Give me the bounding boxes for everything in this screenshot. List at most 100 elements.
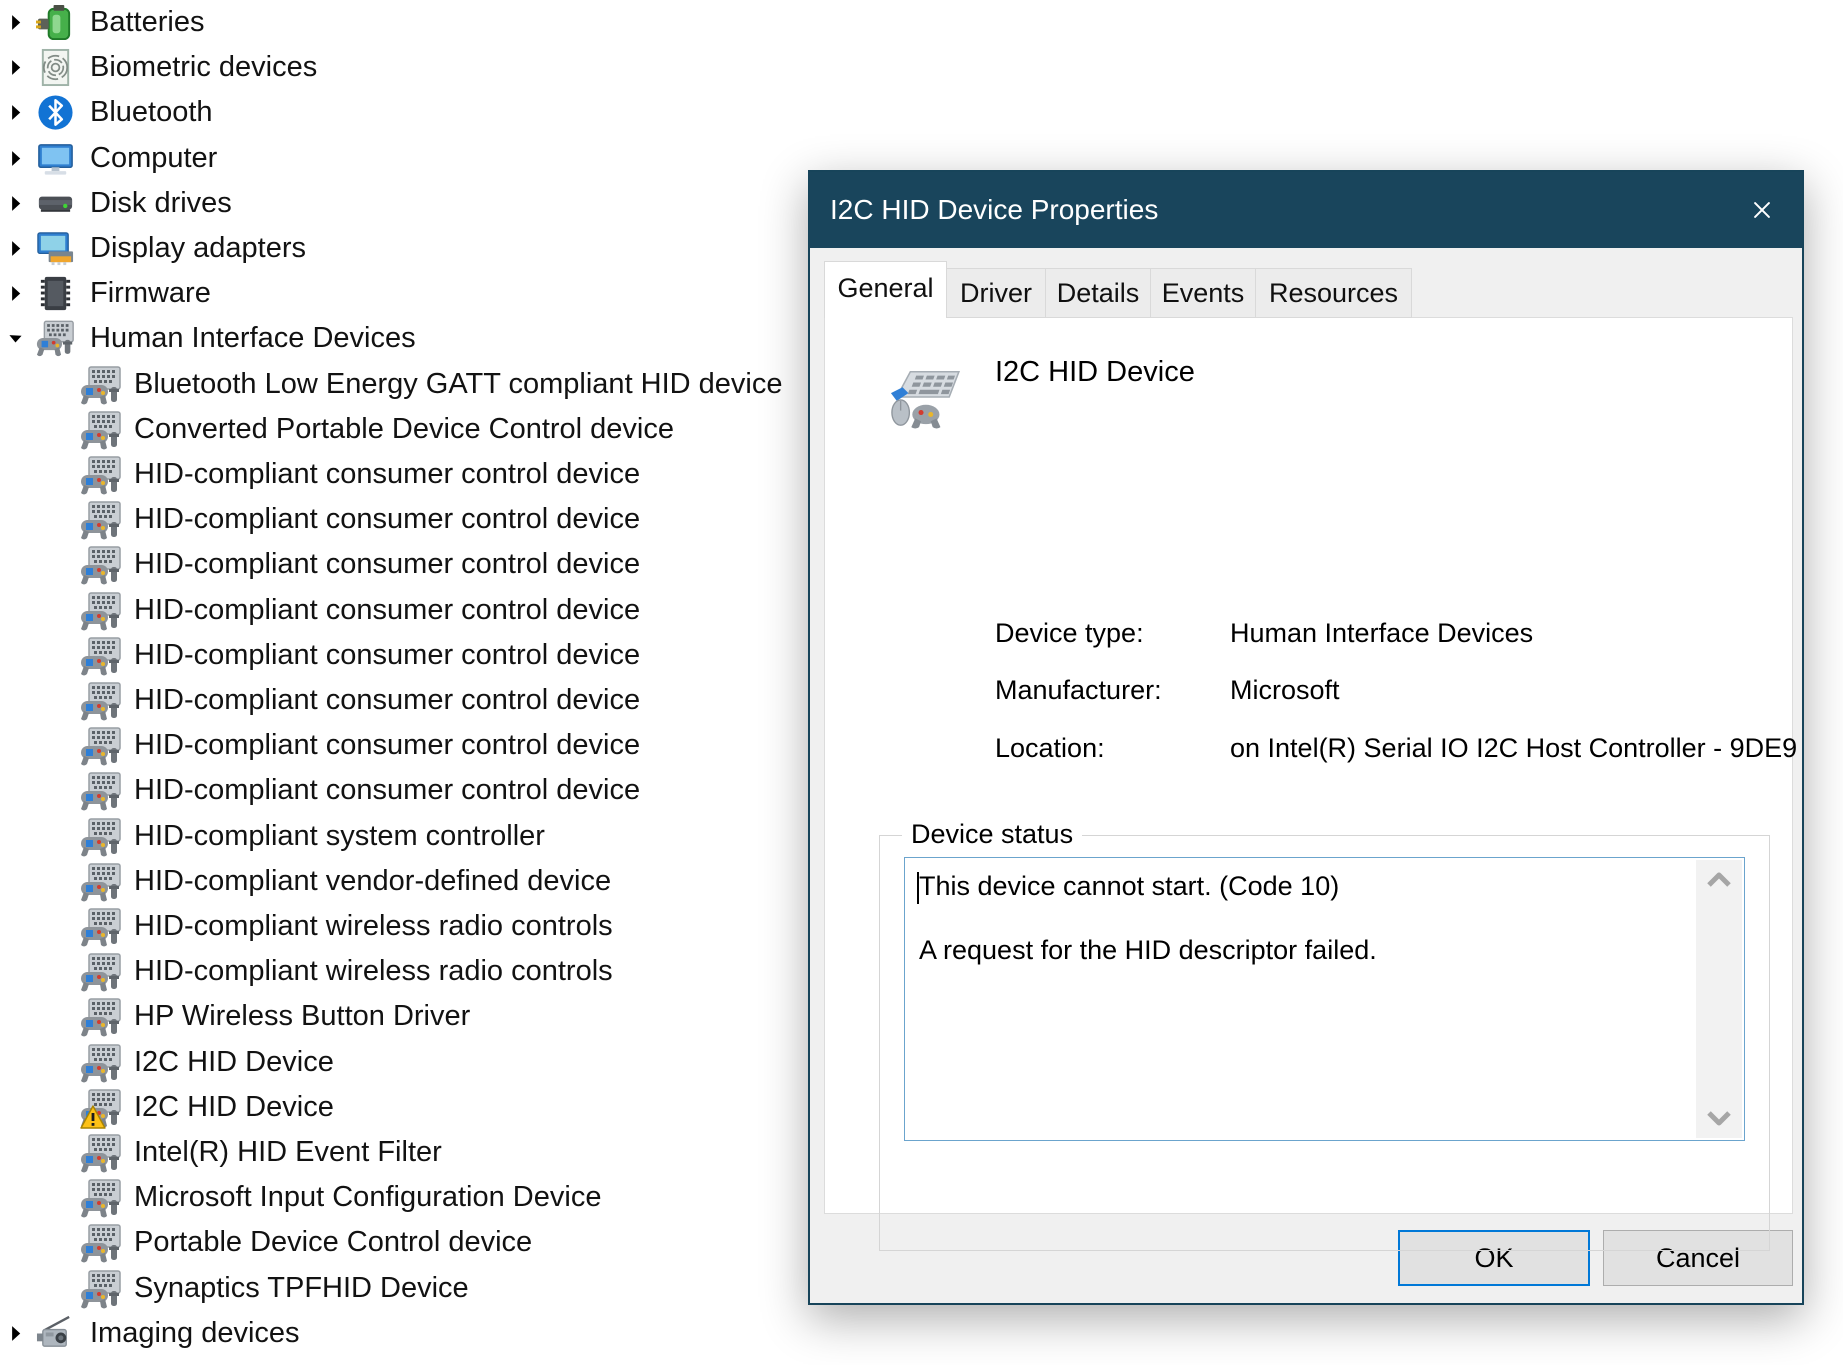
tree-item[interactable]: Biometric devices <box>0 45 810 90</box>
hid-device-icon <box>80 636 122 677</box>
tree-item[interactable]: Disk drives <box>0 181 810 226</box>
tree-item-label: HID-compliant consumer control device <box>134 729 641 762</box>
hid-device-icon <box>80 817 122 858</box>
tree-item[interactable]: Display adapters <box>0 226 810 271</box>
chevron-right-icon[interactable] <box>2 99 29 126</box>
tree-item[interactable]: Firmware <box>0 271 810 316</box>
tree-item[interactable]: Bluetooth Low Energy GATT compliant HID … <box>0 362 810 407</box>
tree-item[interactable]: HID-compliant wireless radio controls <box>0 904 810 949</box>
manufacturer-label: Manufacturer: <box>995 675 1162 705</box>
close-button[interactable] <box>1736 184 1788 236</box>
tree-item[interactable]: Computer <box>0 136 810 181</box>
tab-details[interactable]: Details <box>1046 268 1151 318</box>
tree-item[interactable]: HID-compliant consumer control device <box>0 452 810 497</box>
chevron-right-icon[interactable] <box>2 9 29 36</box>
tree-item[interactable]: Synaptics TPFHID Device <box>0 1266 810 1311</box>
tab-events[interactable]: Events <box>1151 268 1256 318</box>
device-status-textbox[interactable]: This device cannot start. (Code 10) A req… <box>904 857 1745 1141</box>
tree-item-label: I2C HID Device <box>134 1090 334 1123</box>
tree-item-label: Synaptics TPFHID Device <box>134 1271 469 1304</box>
tab-general[interactable]: General <box>824 261 947 318</box>
status-scrollbar[interactable] <box>1696 860 1742 1138</box>
tree-item-label: Human Interface Devices <box>90 322 416 355</box>
tree-item-label: Converted Portable Device Control device <box>134 412 674 445</box>
chevron-right-icon[interactable] <box>2 1320 29 1347</box>
chevron-right-icon[interactable] <box>2 235 29 262</box>
tree-item[interactable]: Imaging devices <box>0 1311 810 1356</box>
tab-driver[interactable]: Driver <box>947 268 1046 318</box>
tree-item[interactable]: HID-compliant consumer control device <box>0 497 810 542</box>
hid-device-icon <box>80 681 122 722</box>
tree-item[interactable]: HID-compliant vendor-defined device <box>0 859 810 904</box>
tree-item-label: HID-compliant consumer control device <box>134 774 641 807</box>
device-status-groupbox: Device status This device cannot start. … <box>879 819 1770 1251</box>
computer-icon <box>36 139 75 178</box>
hid-device-icon <box>80 500 122 541</box>
hid-device-icon <box>80 907 122 948</box>
tree-item[interactable]: I2C HID Device <box>0 1040 810 1085</box>
close-icon <box>1754 202 1770 218</box>
chevron-down-icon[interactable] <box>2 325 29 352</box>
tree-item[interactable]: Human Interface Devices <box>0 316 810 361</box>
tree-item[interactable]: HID-compliant consumer control device <box>0 768 810 813</box>
tree-item[interactable]: Converted Portable Device Control device <box>0 407 810 452</box>
manufacturer-row: Manufacturer: Microsoft <box>995 675 1340 706</box>
tree-item-label: HP Wireless Button Driver <box>134 1000 471 1033</box>
tree-item-label: Microsoft Input Configuration Device <box>134 1181 602 1214</box>
disk-drive-icon <box>36 184 75 223</box>
tree-item-label: Portable Device Control device <box>134 1226 533 1259</box>
tree-item-label: Intel(R) HID Event Filter <box>134 1136 442 1168</box>
chevron-right-icon[interactable] <box>2 145 29 172</box>
battery-icon <box>36 3 75 42</box>
tree-item[interactable]: Batteries <box>0 0 810 45</box>
tree-item-label: Firmware <box>90 277 211 310</box>
status-line: A request for the HID descriptor failed. <box>919 935 1377 965</box>
hid-device-icon <box>80 1043 122 1084</box>
dialog-titlebar[interactable]: I2C HID Device Properties <box>810 172 1802 248</box>
scroll-down-icon[interactable] <box>1704 1104 1734 1130</box>
display-adapter-icon <box>36 229 75 268</box>
tree-item[interactable]: HID-compliant consumer control device <box>0 723 810 768</box>
location-value: on Intel(R) Serial IO I2C Host Controlle… <box>1230 733 1798 763</box>
hid-device-icon <box>80 455 122 496</box>
tree-item[interactable]: HID-compliant consumer control device <box>0 678 810 723</box>
tree-item[interactable]: Portable Device Control device <box>0 1220 810 1265</box>
tree-item-label: HID-compliant wireless radio controls <box>134 955 613 988</box>
keyboard-icon <box>36 1359 75 1365</box>
tree-item[interactable]: Bluetooth <box>0 90 810 135</box>
dialog-title: I2C HID Device Properties <box>830 194 1159 225</box>
tree-item-label: Disk drives <box>90 186 232 219</box>
chevron-right-icon[interactable] <box>2 54 29 81</box>
tree-item-label: HID-compliant consumer control device <box>134 503 641 536</box>
tree-item-label: Display adapters <box>90 232 306 264</box>
tree-item-label: Imaging devices <box>90 1316 300 1349</box>
tree-item-label: Batteries <box>90 6 205 38</box>
properties-dialog: I2C HID Device Properties General Driver D… <box>808 170 1804 1305</box>
device-type-row: Device type: Human Interface Devices <box>995 618 1533 649</box>
tree-item-label: Computer <box>90 141 218 174</box>
tree-item[interactable]: Microsoft Input Configuration Device <box>0 1175 810 1220</box>
location-label: Location: <box>995 733 1105 763</box>
status-line <box>919 902 1680 934</box>
hid-device-icon <box>80 771 122 812</box>
hid-device-icon <box>80 1133 122 1174</box>
tree-item[interactable]: HID-compliant consumer control device <box>0 633 810 678</box>
tree-item[interactable]: Keyboards <box>0 1356 810 1365</box>
tree-item[interactable]: Intel(R) HID Event Filter <box>0 1130 810 1175</box>
tree-item-label: HID-compliant consumer control device <box>134 548 641 581</box>
tree-item[interactable]: HID-compliant system controller <box>0 814 810 859</box>
device-tree: Batteries Biometric devices Bluetooth Compu… <box>0 0 810 1365</box>
tree-item[interactable]: HID-compliant consumer control device <box>0 588 810 633</box>
hid-device-icon <box>80 365 122 406</box>
tree-item[interactable]: HP Wireless Button Driver <box>0 994 810 1039</box>
tab-page-general: I2C HID Device Device type: Human Interf… <box>824 317 1797 1251</box>
tree-item[interactable]: HID-compliant consumer control device <box>0 542 810 587</box>
tab-resources[interactable]: Resources <box>1256 268 1412 318</box>
tree-item[interactable]: HID-compliant wireless radio controls <box>0 949 810 994</box>
device-manager-screen: Batteries Biometric devices Bluetooth Compu… <box>0 0 1843 1365</box>
chevron-right-icon[interactable] <box>2 190 29 217</box>
chevron-right-icon[interactable] <box>2 280 29 307</box>
tree-item[interactable]: I2C HID Device <box>0 1085 810 1130</box>
scroll-up-icon[interactable] <box>1704 868 1734 894</box>
device-type-label: Device type: <box>995 618 1144 648</box>
